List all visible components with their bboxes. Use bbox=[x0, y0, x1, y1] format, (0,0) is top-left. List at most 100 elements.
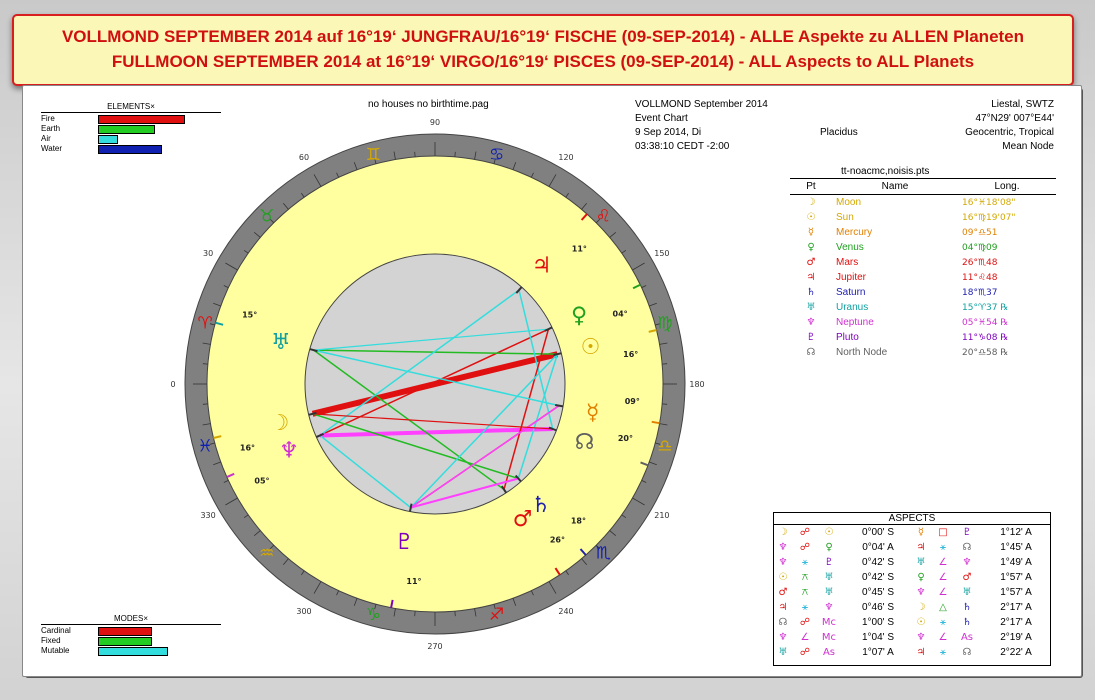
aspect-planet2: ♇ bbox=[962, 527, 972, 538]
planet-glyph-icon: ☽ bbox=[270, 411, 290, 436]
element-label: Earth bbox=[41, 124, 61, 133]
chart-wheel: 0 30 60 90 120 150 180 210 240 270 300 330 ♈ ♉ ♊ ♋ ♌ ♍ ♎ ♏ ♐… bbox=[170, 118, 704, 651]
zodiac-sign-icon: ♌ bbox=[596, 207, 611, 227]
aspect-type: ∠ bbox=[938, 587, 948, 598]
col-name: Name bbox=[832, 178, 958, 195]
planet-degree-label: 18° bbox=[571, 517, 586, 526]
degree-label: 180 bbox=[689, 380, 704, 389]
planet-glyph-icon: ♄ bbox=[531, 493, 551, 518]
aspect-row: ☉ ⚹ ♄ 2°17' A bbox=[914, 616, 1049, 630]
aspect-orb: 1°04' S bbox=[861, 632, 895, 643]
aspect-planet2: ☊ bbox=[962, 542, 972, 553]
aspect-planet2: ♅ bbox=[962, 587, 972, 598]
degree-label: 150 bbox=[654, 249, 669, 258]
location: Liestal, SWTZ bbox=[991, 99, 1054, 110]
point-longitude: 04°♍09 bbox=[962, 242, 998, 253]
zodiac-sign-icon: ♐ bbox=[489, 605, 504, 625]
aspect-orb: 2°19' A bbox=[1000, 632, 1032, 643]
aspect-orb: 0°04' A bbox=[862, 542, 894, 553]
aspect-row: ☊ ☍ Mc 1°00' S bbox=[776, 616, 911, 630]
aspect-row: ♃ ⚹ ♆ 0°46' S bbox=[776, 601, 911, 615]
point-glyph: ☊ bbox=[806, 347, 816, 358]
point-longitude: 26°♏48 bbox=[962, 257, 998, 268]
col-long: Long. bbox=[958, 178, 1056, 195]
aspect-row: ♂ ⚻ ♅ 0°45' S bbox=[776, 586, 911, 600]
aspect-row: ☿ □ ♇ 1°12' A bbox=[914, 526, 1049, 540]
element-bar bbox=[98, 125, 155, 134]
aspect-planet2: ♅ bbox=[824, 587, 834, 598]
aspect-orb: 0°00' S bbox=[861, 527, 895, 538]
point-longitude: 18°♏37 bbox=[962, 287, 998, 298]
aspect-orb: 0°46' S bbox=[861, 602, 895, 613]
aspect-planet2: ♄ bbox=[962, 602, 972, 613]
point-glyph: ♂ bbox=[806, 257, 816, 268]
aspect-row: ☽ △ ♄ 2°17' A bbox=[914, 601, 1049, 615]
aspect-type: ☍ bbox=[799, 527, 811, 538]
point-row: ☽ Moon 16°♓18'08" bbox=[790, 195, 1056, 211]
aspect-planet1: ☽ bbox=[916, 602, 926, 613]
mode-bar bbox=[98, 627, 152, 636]
planet-glyph-icon: ♃ bbox=[532, 254, 552, 279]
aspect-planet2: ♅ bbox=[824, 572, 834, 583]
aspect-planet2: ☉ bbox=[824, 527, 834, 538]
aspect-orb: 0°42' S bbox=[861, 572, 895, 583]
planet-glyph-icon: ♇ bbox=[394, 530, 414, 555]
degree-label: 300 bbox=[296, 607, 311, 616]
aspect-type: ∠ bbox=[800, 632, 810, 643]
aspect-row: ♀ ∠ ♂ 1°57' A bbox=[914, 571, 1049, 585]
aspect-type: ∠ bbox=[938, 632, 948, 643]
zodiac-sign-icon: ♋ bbox=[489, 145, 504, 165]
aspects-title: ASPECTS bbox=[774, 513, 1050, 525]
aspect-row: ♆ ∠ Mc 1°04' S bbox=[776, 631, 911, 645]
zodiac-sign-icon: ♓ bbox=[197, 437, 212, 457]
aspect-orb: 1°57' A bbox=[1000, 587, 1032, 598]
aspect-type: ⚹ bbox=[940, 542, 946, 553]
planet-degree-label: 16° bbox=[240, 443, 255, 452]
aspect-row: ♆ ☍ ♀ 0°04' A bbox=[776, 541, 911, 555]
point-name: Sun bbox=[836, 212, 854, 223]
point-row: ☉ Sun 16°♍19'07" bbox=[790, 210, 1056, 225]
aspect-type: ⚹ bbox=[940, 617, 946, 628]
aspect-type: △ bbox=[939, 602, 947, 613]
aspect-orb: 0°42' S bbox=[861, 557, 895, 568]
point-glyph: ☉ bbox=[806, 212, 816, 223]
house-system: Placidus bbox=[820, 127, 858, 138]
planet-degree-label: 11° bbox=[572, 244, 587, 253]
aspect-planet2: Mc bbox=[821, 617, 837, 628]
point-glyph: ♇ bbox=[806, 332, 816, 343]
aspect-row: ♆ ⚹ ♇ 0°42' S bbox=[776, 556, 911, 570]
zodiac-sign-icon: ♊ bbox=[366, 145, 381, 165]
aspect-orb: 1°12' A bbox=[1000, 527, 1032, 538]
point-glyph: ☽ bbox=[806, 197, 816, 208]
aspect-planet2: ♆ bbox=[962, 557, 972, 568]
point-glyph: ♆ bbox=[806, 317, 816, 328]
planet-marker bbox=[651, 420, 660, 425]
point-glyph: ♄ bbox=[806, 287, 816, 298]
degree-label: 270 bbox=[427, 642, 442, 651]
point-longitude: 11°♌48 bbox=[962, 272, 998, 283]
aspect-planet1: ♂ bbox=[778, 587, 788, 598]
zodiac-sign-icon: ♏ bbox=[596, 543, 611, 563]
degree-label: 60 bbox=[299, 153, 309, 162]
point-name: Venus bbox=[836, 242, 864, 253]
degree-label: 240 bbox=[558, 607, 573, 616]
aspect-planet2: As bbox=[822, 647, 836, 658]
planet-degree-label: 20° bbox=[618, 434, 633, 443]
element-label: Water bbox=[41, 144, 63, 153]
banner-title-english: FULLMOON SEPTEMBER 2014 at 16°19‘ VIRGO/… bbox=[111, 52, 975, 71]
aspect-planet2: ☊ bbox=[962, 647, 972, 658]
zodiac-sign-icon: ♎ bbox=[657, 437, 672, 457]
point-name: Mars bbox=[836, 257, 859, 268]
planet-glyph-icon: ♆ bbox=[279, 438, 299, 463]
banner-title-german: VOLLMOND SEPTEMBER 2014 auf 16°19‘ JUNGF… bbox=[61, 27, 1025, 46]
aspect-orb: 1°00' S bbox=[861, 617, 895, 628]
point-name: Jupiter bbox=[836, 272, 867, 283]
aspect-planet1: ♆ bbox=[778, 542, 788, 553]
aspect-planet1: ☊ bbox=[778, 617, 788, 628]
aspect-row: ♃ ⚹ ☊ 2°22' A bbox=[914, 646, 1049, 660]
mode-label: Mutable bbox=[41, 646, 70, 655]
element-bar bbox=[98, 145, 162, 154]
point-name: Uranus bbox=[836, 302, 869, 313]
col-pt: Pt bbox=[790, 178, 832, 195]
point-longitude: 20°♎58 ℞ bbox=[962, 347, 1009, 358]
